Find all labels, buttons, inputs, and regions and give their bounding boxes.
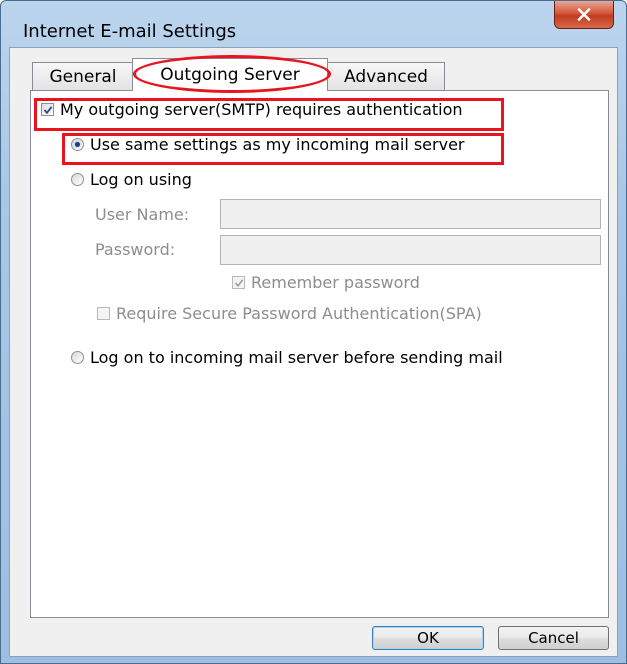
log-on-incoming-radio[interactable] bbox=[71, 351, 84, 364]
user-name-label: User Name: bbox=[95, 205, 190, 224]
use-same-settings-row[interactable]: Use same settings as my incoming mail se… bbox=[71, 135, 465, 154]
cancel-button[interactable]: Cancel bbox=[498, 626, 609, 650]
dialog-window: Internet E-mail Settings General Outgoin… bbox=[0, 0, 627, 664]
radio-selected-dot bbox=[75, 142, 80, 147]
tab-outgoing-server[interactable]: Outgoing Server bbox=[132, 58, 328, 91]
spa-checkbox[interactable] bbox=[97, 307, 110, 320]
tab-general[interactable]: General bbox=[32, 62, 134, 90]
window-title: Internet E-mail Settings bbox=[23, 21, 237, 42]
use-same-settings-label: Use same settings as my incoming mail se… bbox=[90, 135, 465, 154]
password-label: Password: bbox=[95, 240, 176, 259]
log-on-using-radio[interactable] bbox=[71, 173, 84, 186]
smtp-auth-checkbox[interactable] bbox=[41, 103, 54, 116]
outgoing-server-panel: My outgoing server(SMTP) requires authen… bbox=[30, 90, 609, 618]
log-on-incoming-row[interactable]: Log on to incoming mail server before se… bbox=[71, 348, 503, 367]
smtp-auth-checkbox-row[interactable]: My outgoing server(SMTP) requires authen… bbox=[41, 100, 463, 119]
tab-advanced[interactable]: Advanced bbox=[327, 62, 445, 90]
password-input[interactable] bbox=[220, 235, 601, 265]
close-button[interactable] bbox=[554, 1, 614, 29]
log-on-incoming-label: Log on to incoming mail server before se… bbox=[90, 348, 503, 367]
ok-button[interactable]: OK bbox=[372, 626, 484, 650]
spa-label: Require Secure Password Authentication(S… bbox=[116, 304, 482, 323]
spa-row[interactable]: Require Secure Password Authentication(S… bbox=[97, 304, 482, 323]
remember-password-row[interactable]: Remember password bbox=[232, 273, 420, 292]
smtp-auth-label: My outgoing server(SMTP) requires authen… bbox=[60, 100, 463, 119]
user-name-input[interactable] bbox=[220, 199, 601, 229]
remember-password-label: Remember password bbox=[251, 273, 420, 292]
remember-password-checkbox[interactable] bbox=[232, 276, 245, 289]
checkmark-icon bbox=[43, 105, 52, 114]
use-same-settings-radio[interactable] bbox=[71, 138, 84, 151]
checkmark-icon bbox=[234, 278, 243, 287]
title-bar[interactable]: Internet E-mail Settings bbox=[1, 1, 626, 47]
close-icon bbox=[577, 8, 591, 21]
log-on-using-row[interactable]: Log on using bbox=[71, 170, 192, 189]
dialog-client-area: General Outgoing Server Advanced My outg… bbox=[9, 47, 618, 657]
log-on-using-label: Log on using bbox=[90, 170, 192, 189]
